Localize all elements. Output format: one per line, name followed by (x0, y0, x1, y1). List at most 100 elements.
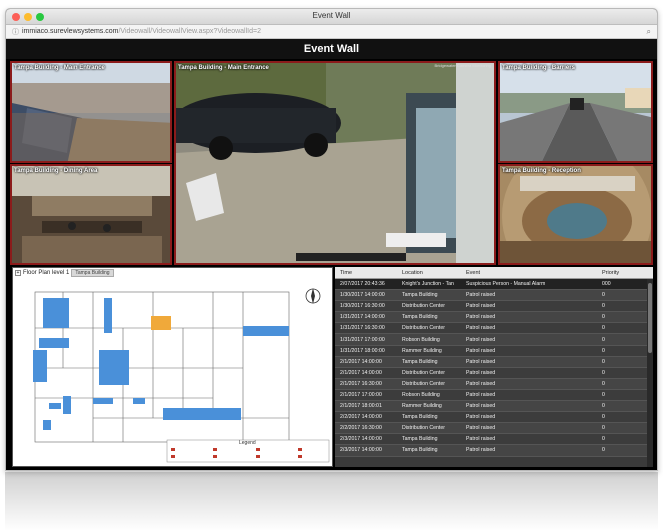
camera-label: Tampa Building - Dining Area (14, 168, 98, 174)
camera-feed (176, 63, 494, 263)
window-reflection (5, 472, 658, 531)
cell-location: Rammer Building (402, 347, 442, 354)
table-body: 2/07/2017 20:43:36 Knight's Junction - Ta… (335, 279, 653, 457)
camera-feed (500, 63, 651, 161)
cell-priority: 0 (602, 336, 605, 343)
cell-time: 2/2/2017 16:30:00 (340, 425, 382, 432)
info-icon: ⓘ (12, 28, 19, 36)
url-host: immiaco.surevlewsystems.com (22, 28, 119, 35)
camera-tile[interactable]: Tampa Building - Barriers (498, 61, 653, 163)
cell-location: Tampa Building (402, 292, 438, 299)
table-row[interactable]: 2/1/2017 17:00:00 Robson Building Patrol r… (335, 389, 653, 402)
cell-event: Patrol raised (466, 292, 496, 299)
cell-priority: 0 (602, 403, 605, 410)
title-bar: Event Wall (6, 9, 657, 25)
cell-time: 2/1/2017 18:00:01 (340, 403, 382, 410)
table-row[interactable]: 2/3/2017 14:00:00 Tampa Building Patrol ra… (335, 445, 653, 457)
cell-event: Patrol raised (466, 425, 496, 432)
cell-time: 2/1/2017 14:00:00 (340, 358, 382, 365)
floor-plan-map (33, 288, 330, 463)
cell-priority: 000 (602, 281, 611, 288)
cell-priority: 0 (602, 391, 605, 398)
cell-event: Patrol raised (466, 314, 496, 321)
cell-event: Patrol raised (466, 403, 496, 410)
legend-title: Legend (239, 440, 256, 446)
cell-location: Robson Building (402, 391, 440, 398)
cell-priority: 0 (602, 314, 605, 321)
cell-time: 2/3/2017 14:00:00 (340, 447, 382, 454)
camera-feed (12, 166, 170, 263)
cell-time: 1/30/2017 14:00:00 (340, 292, 385, 299)
table-row[interactable]: 2/2/2017 16:30:00 Distribution Center Patr… (335, 423, 653, 435)
cell-location: Rammer Building (402, 403, 442, 410)
cell-event: Suspicious Person - Manual Alarm (466, 281, 546, 288)
cell-location: Tampa Building (402, 314, 438, 321)
cell-priority: 0 (602, 292, 605, 299)
table-row[interactable]: 2/07/2017 20:43:36 Knight's Junction - Ta… (335, 279, 653, 291)
column-header-event[interactable]: Event (463, 270, 599, 276)
table-row[interactable]: 1/30/2017 16:30:00 Distribution Center Pat… (335, 301, 653, 313)
search-icon[interactable]: ⌕ (647, 27, 651, 37)
table-row[interactable]: 1/31/2017 16:30:00 Distribution Center Pat… (335, 323, 653, 335)
cell-time: 1/31/2017 17:00:00 (340, 336, 385, 343)
cell-location: Distribution Center (402, 303, 445, 310)
scrollbar-thumb[interactable] (648, 283, 652, 353)
address-bar[interactable]: ⓘ immiaco.surevlewsystems.com /Videowall… (6, 25, 657, 39)
table-row[interactable]: 2/1/2017 14:00:00 Tampa Building Patrol ra… (335, 356, 653, 368)
camera-tile[interactable]: Tampa Building - Main Entrance Bridgewat… (174, 61, 496, 265)
column-header-priority[interactable]: Priority (599, 270, 645, 276)
camera-tile[interactable]: Tampa Building - Dining Area (10, 164, 172, 265)
cell-location: Tampa Building (402, 436, 438, 443)
camera-label: Tampa Building - Main Entrance (178, 65, 269, 71)
table-row[interactable]: 1/31/2017 14:00:00 Tampa Building Patrol r… (335, 312, 653, 324)
floor-plan-panel[interactable]: + Floor Plan level 1 Tampa Building Lege… (12, 267, 333, 467)
cell-event: Patrol raised (466, 336, 496, 343)
table-row[interactable]: 1/30/2017 14:00:00 Tampa Building Patrol r… (335, 290, 653, 302)
table-row[interactable]: 2/2/2017 14:00:00 Tampa Building Patrol ra… (335, 412, 653, 424)
camera-feed (500, 166, 651, 263)
cell-time: 1/30/2017 16:30:00 (340, 303, 385, 310)
camera-feed (12, 63, 170, 161)
cell-time: 1/31/2017 16:30:00 (340, 325, 385, 332)
cell-priority: 0 (602, 436, 605, 443)
camera-label: Tampa Building - Barriers (502, 65, 575, 71)
cell-event: Patrol raised (466, 369, 496, 376)
cell-event: Patrol raised (466, 447, 496, 454)
cell-priority: 0 (602, 347, 605, 354)
page-title: Event Wall (6, 39, 657, 59)
cell-priority: 0 (602, 414, 605, 421)
camera-label: Tampa Building - Reception (502, 168, 581, 174)
browser-window: Event Wall ⓘ immiaco.surevlewsystems.com… (5, 8, 658, 471)
cell-location: Distribution Center (402, 325, 445, 332)
table-header: Time Location Event Priority (335, 267, 653, 279)
cell-priority: 0 (602, 303, 605, 310)
table-row[interactable]: 1/31/2017 17:00:00 Robson Building Patrol … (335, 334, 653, 346)
cell-event: Patrol raised (466, 303, 496, 310)
table-row[interactable]: 1/31/2017 18:00:00 Rammer Building Patrol … (335, 345, 653, 357)
cell-location: Tampa Building (402, 447, 438, 454)
column-header-time[interactable]: Time (335, 270, 399, 276)
camera-tile[interactable]: Tampa Building - Reception (498, 164, 653, 265)
cell-priority: 0 (602, 358, 605, 365)
table-row[interactable]: 2/1/2017 14:00:00 Distribution Center Patr… (335, 367, 653, 379)
cell-priority: 0 (602, 380, 605, 387)
camera-timestamp: Bridgewater Camera Monitoring (434, 63, 491, 68)
cell-time: 2/07/2017 20:43:36 (340, 281, 385, 288)
table-row[interactable]: 2/1/2017 18:00:01 Rammer Building Patrol r… (335, 401, 653, 413)
cell-priority: 0 (602, 325, 605, 332)
table-row[interactable]: 2/1/2017 16:30:00 Distribution Center Patr… (335, 378, 653, 390)
cell-event: Patrol raised (466, 391, 496, 398)
window-title: Event Wall (312, 11, 351, 20)
scrollbar[interactable] (647, 279, 653, 467)
cell-time: 1/31/2017 18:00:00 (340, 347, 385, 354)
url-path: /Videowall/VideowallView.aspx?VideowallI… (118, 28, 261, 35)
camera-tile[interactable]: Tampa Building - Main Entrance (10, 61, 172, 163)
column-header-location[interactable]: Location (399, 270, 463, 276)
cell-location: Distribution Center (402, 380, 445, 387)
cell-event: Patrol raised (466, 436, 496, 443)
cell-location: Tampa Building (402, 358, 438, 365)
table-row[interactable]: 2/3/2017 14:00:00 Tampa Building Patrol ra… (335, 434, 653, 446)
cell-time: 2/3/2017 14:00:00 (340, 436, 382, 443)
camera-label: Tampa Building - Main Entrance (14, 65, 105, 71)
cell-location: Tampa Building (402, 414, 438, 421)
